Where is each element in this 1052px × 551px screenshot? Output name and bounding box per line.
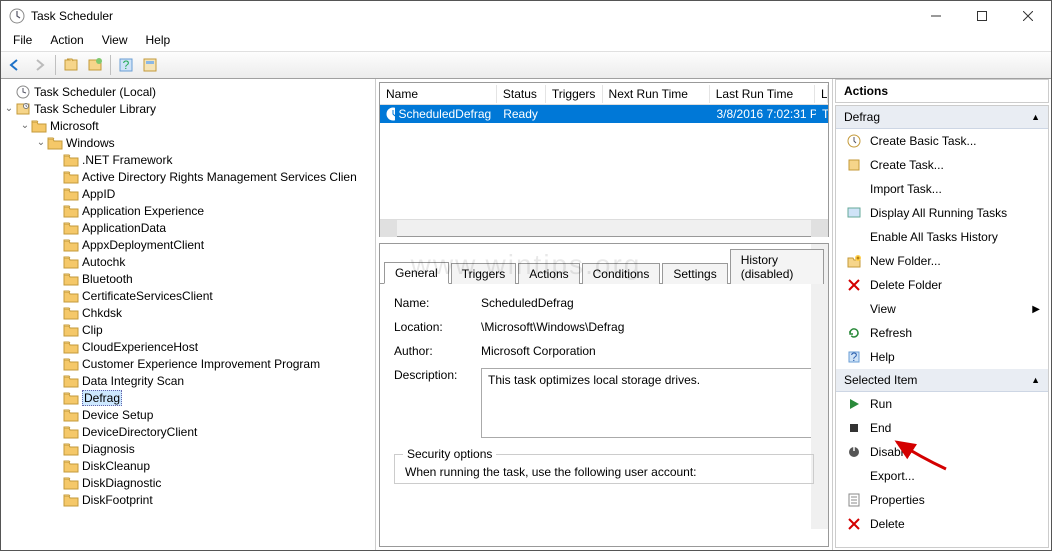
action-help[interactable]: ?Help <box>836 345 1048 369</box>
label-name: Name: <box>394 296 469 310</box>
tree-item-defrag[interactable]: Defrag <box>3 389 375 406</box>
value-author: Microsoft Corporation <box>481 344 814 358</box>
svg-text:?: ? <box>851 350 858 364</box>
toolbar-btn-2[interactable] <box>84 54 106 76</box>
window-title: Task Scheduler <box>31 9 913 23</box>
menubar: File Action View Help <box>1 31 1051 51</box>
action-run[interactable]: Run <box>836 392 1048 416</box>
action-end[interactable]: End <box>836 416 1048 440</box>
maximize-button[interactable] <box>959 1 1005 31</box>
action-delete[interactable]: Delete <box>836 512 1048 536</box>
col-last[interactable]: Last Run Time <box>710 85 815 103</box>
action-export[interactable]: Export... <box>836 464 1048 488</box>
col-triggers[interactable]: Triggers <box>546 85 603 103</box>
label-author: Author: <box>394 344 469 358</box>
tree-microsoft[interactable]: ⌄Microsoft <box>3 117 375 134</box>
action-display-all-running-tasks[interactable]: Display All Running Tasks <box>836 201 1048 225</box>
menu-action[interactable]: Action <box>42 31 91 51</box>
actions-group-selected[interactable]: Selected Item▲ <box>836 369 1048 392</box>
tree-item-chkdsk[interactable]: Chkdsk <box>3 304 375 321</box>
tab-actions[interactable]: Actions <box>518 263 579 284</box>
minimize-button[interactable] <box>913 1 959 31</box>
action-new-folder[interactable]: New Folder... <box>836 249 1048 273</box>
security-legend: Security options <box>403 447 496 461</box>
tree-item-certificateservicesclient[interactable]: CertificateServicesClient <box>3 287 375 304</box>
value-description: This task optimizes local storage drives… <box>481 368 814 438</box>
tree-item-bluetooth[interactable]: Bluetooth <box>3 270 375 287</box>
col-status[interactable]: Status <box>497 85 546 103</box>
tree-item-applicationdata[interactable]: ApplicationData <box>3 219 375 236</box>
menu-view[interactable]: View <box>94 31 136 51</box>
label-description: Description: <box>394 368 469 382</box>
action-enable-all-tasks-history[interactable]: Enable All Tasks History <box>836 225 1048 249</box>
toolbar-btn-4[interactable] <box>139 54 161 76</box>
actions-panel: Defrag▲Create Basic Task...Create Task..… <box>835 105 1049 548</box>
titlebar: Task Scheduler <box>1 1 1051 31</box>
tab-general[interactable]: General <box>384 262 449 284</box>
task-list-header: Name Status Triggers Next Run Time Last … <box>380 83 828 105</box>
security-text: When running the task, use the following… <box>405 465 803 479</box>
tab-triggers[interactable]: Triggers <box>451 263 517 284</box>
close-button[interactable] <box>1005 1 1051 31</box>
toolbar: ? <box>1 51 1051 79</box>
tree-item-appid[interactable]: AppID <box>3 185 375 202</box>
tab-settings[interactable]: Settings <box>662 263 727 284</box>
action-create-basic-task[interactable]: Create Basic Task... <box>836 129 1048 153</box>
security-options-group: Security options When running the task, … <box>394 454 814 484</box>
tree-item--net-framework[interactable]: .NET Framework <box>3 151 375 168</box>
action-refresh[interactable]: Refresh <box>836 321 1048 345</box>
toolbar-help-button[interactable]: ? <box>115 54 137 76</box>
tree-library[interactable]: ⌄Task Scheduler Library <box>3 100 375 117</box>
value-location: \Microsoft\Windows\Defrag <box>481 320 814 334</box>
tree-item-customer-experience-improvement-program[interactable]: Customer Experience Improvement Program <box>3 355 375 372</box>
action-create-task[interactable]: Create Task... <box>836 153 1048 177</box>
col-lastresult[interactable]: L <box>815 85 828 103</box>
action-import-task[interactable]: Import Task... <box>836 177 1048 201</box>
value-name: ScheduledDefrag <box>481 296 814 310</box>
actions-header: Actions <box>835 79 1049 103</box>
tree-item-active-directory-rights-management-services-clien[interactable]: Active Directory Rights Management Servi… <box>3 168 375 185</box>
tree-item-diskfootprint[interactable]: DiskFootprint <box>3 491 375 508</box>
tree-item-application-experience[interactable]: Application Experience <box>3 202 375 219</box>
vertical-scrollbar[interactable] <box>811 244 828 529</box>
clock-icon <box>386 107 395 121</box>
col-name[interactable]: Name <box>380 85 497 103</box>
tree-item-autochk[interactable]: Autochk <box>3 253 375 270</box>
action-properties[interactable]: Properties <box>836 488 1048 512</box>
task-list[interactable]: Name Status Triggers Next Run Time Last … <box>379 82 829 237</box>
tree-view[interactable]: Task Scheduler (Local)⌄Task Scheduler Li… <box>1 79 375 550</box>
svg-text:?: ? <box>123 58 130 72</box>
action-view[interactable]: View▶ <box>836 297 1048 321</box>
tree-item-diskdiagnostic[interactable]: DiskDiagnostic <box>3 474 375 491</box>
label-location: Location: <box>394 320 469 334</box>
task-details: General Triggers Actions Conditions Sett… <box>379 243 829 547</box>
tree-item-diagnosis[interactable]: Diagnosis <box>3 440 375 457</box>
tree-item-clip[interactable]: Clip <box>3 321 375 338</box>
tree-item-appxdeploymentclient[interactable]: AppxDeploymentClient <box>3 236 375 253</box>
action-delete-folder[interactable]: Delete Folder <box>836 273 1048 297</box>
menu-help[interactable]: Help <box>138 31 179 51</box>
actions-group-defrag[interactable]: Defrag▲ <box>836 106 1048 129</box>
back-button[interactable] <box>5 54 27 76</box>
tree-root[interactable]: Task Scheduler (Local) <box>3 83 375 100</box>
col-next[interactable]: Next Run Time <box>603 85 710 103</box>
tree-item-diskcleanup[interactable]: DiskCleanup <box>3 457 375 474</box>
menu-file[interactable]: File <box>5 31 40 51</box>
tree-windows[interactable]: ⌄Windows <box>3 134 375 151</box>
tree-item-data-integrity-scan[interactable]: Data Integrity Scan <box>3 372 375 389</box>
forward-button[interactable] <box>29 54 51 76</box>
action-disable[interactable]: Disable <box>836 440 1048 464</box>
horizontal-scrollbar[interactable] <box>380 219 828 236</box>
tree-item-cloudexperiencehost[interactable]: CloudExperienceHost <box>3 338 375 355</box>
task-row[interactable]: ScheduledDefrag Ready 3/8/2016 7:02:31 P… <box>380 105 828 123</box>
toolbar-btn-1[interactable] <box>60 54 82 76</box>
tree-item-devicedirectoryclient[interactable]: DeviceDirectoryClient <box>3 423 375 440</box>
tab-history[interactable]: History (disabled) <box>730 249 824 284</box>
app-icon <box>9 8 25 24</box>
tree-item-device-setup[interactable]: Device Setup <box>3 406 375 423</box>
tab-conditions[interactable]: Conditions <box>582 263 661 284</box>
